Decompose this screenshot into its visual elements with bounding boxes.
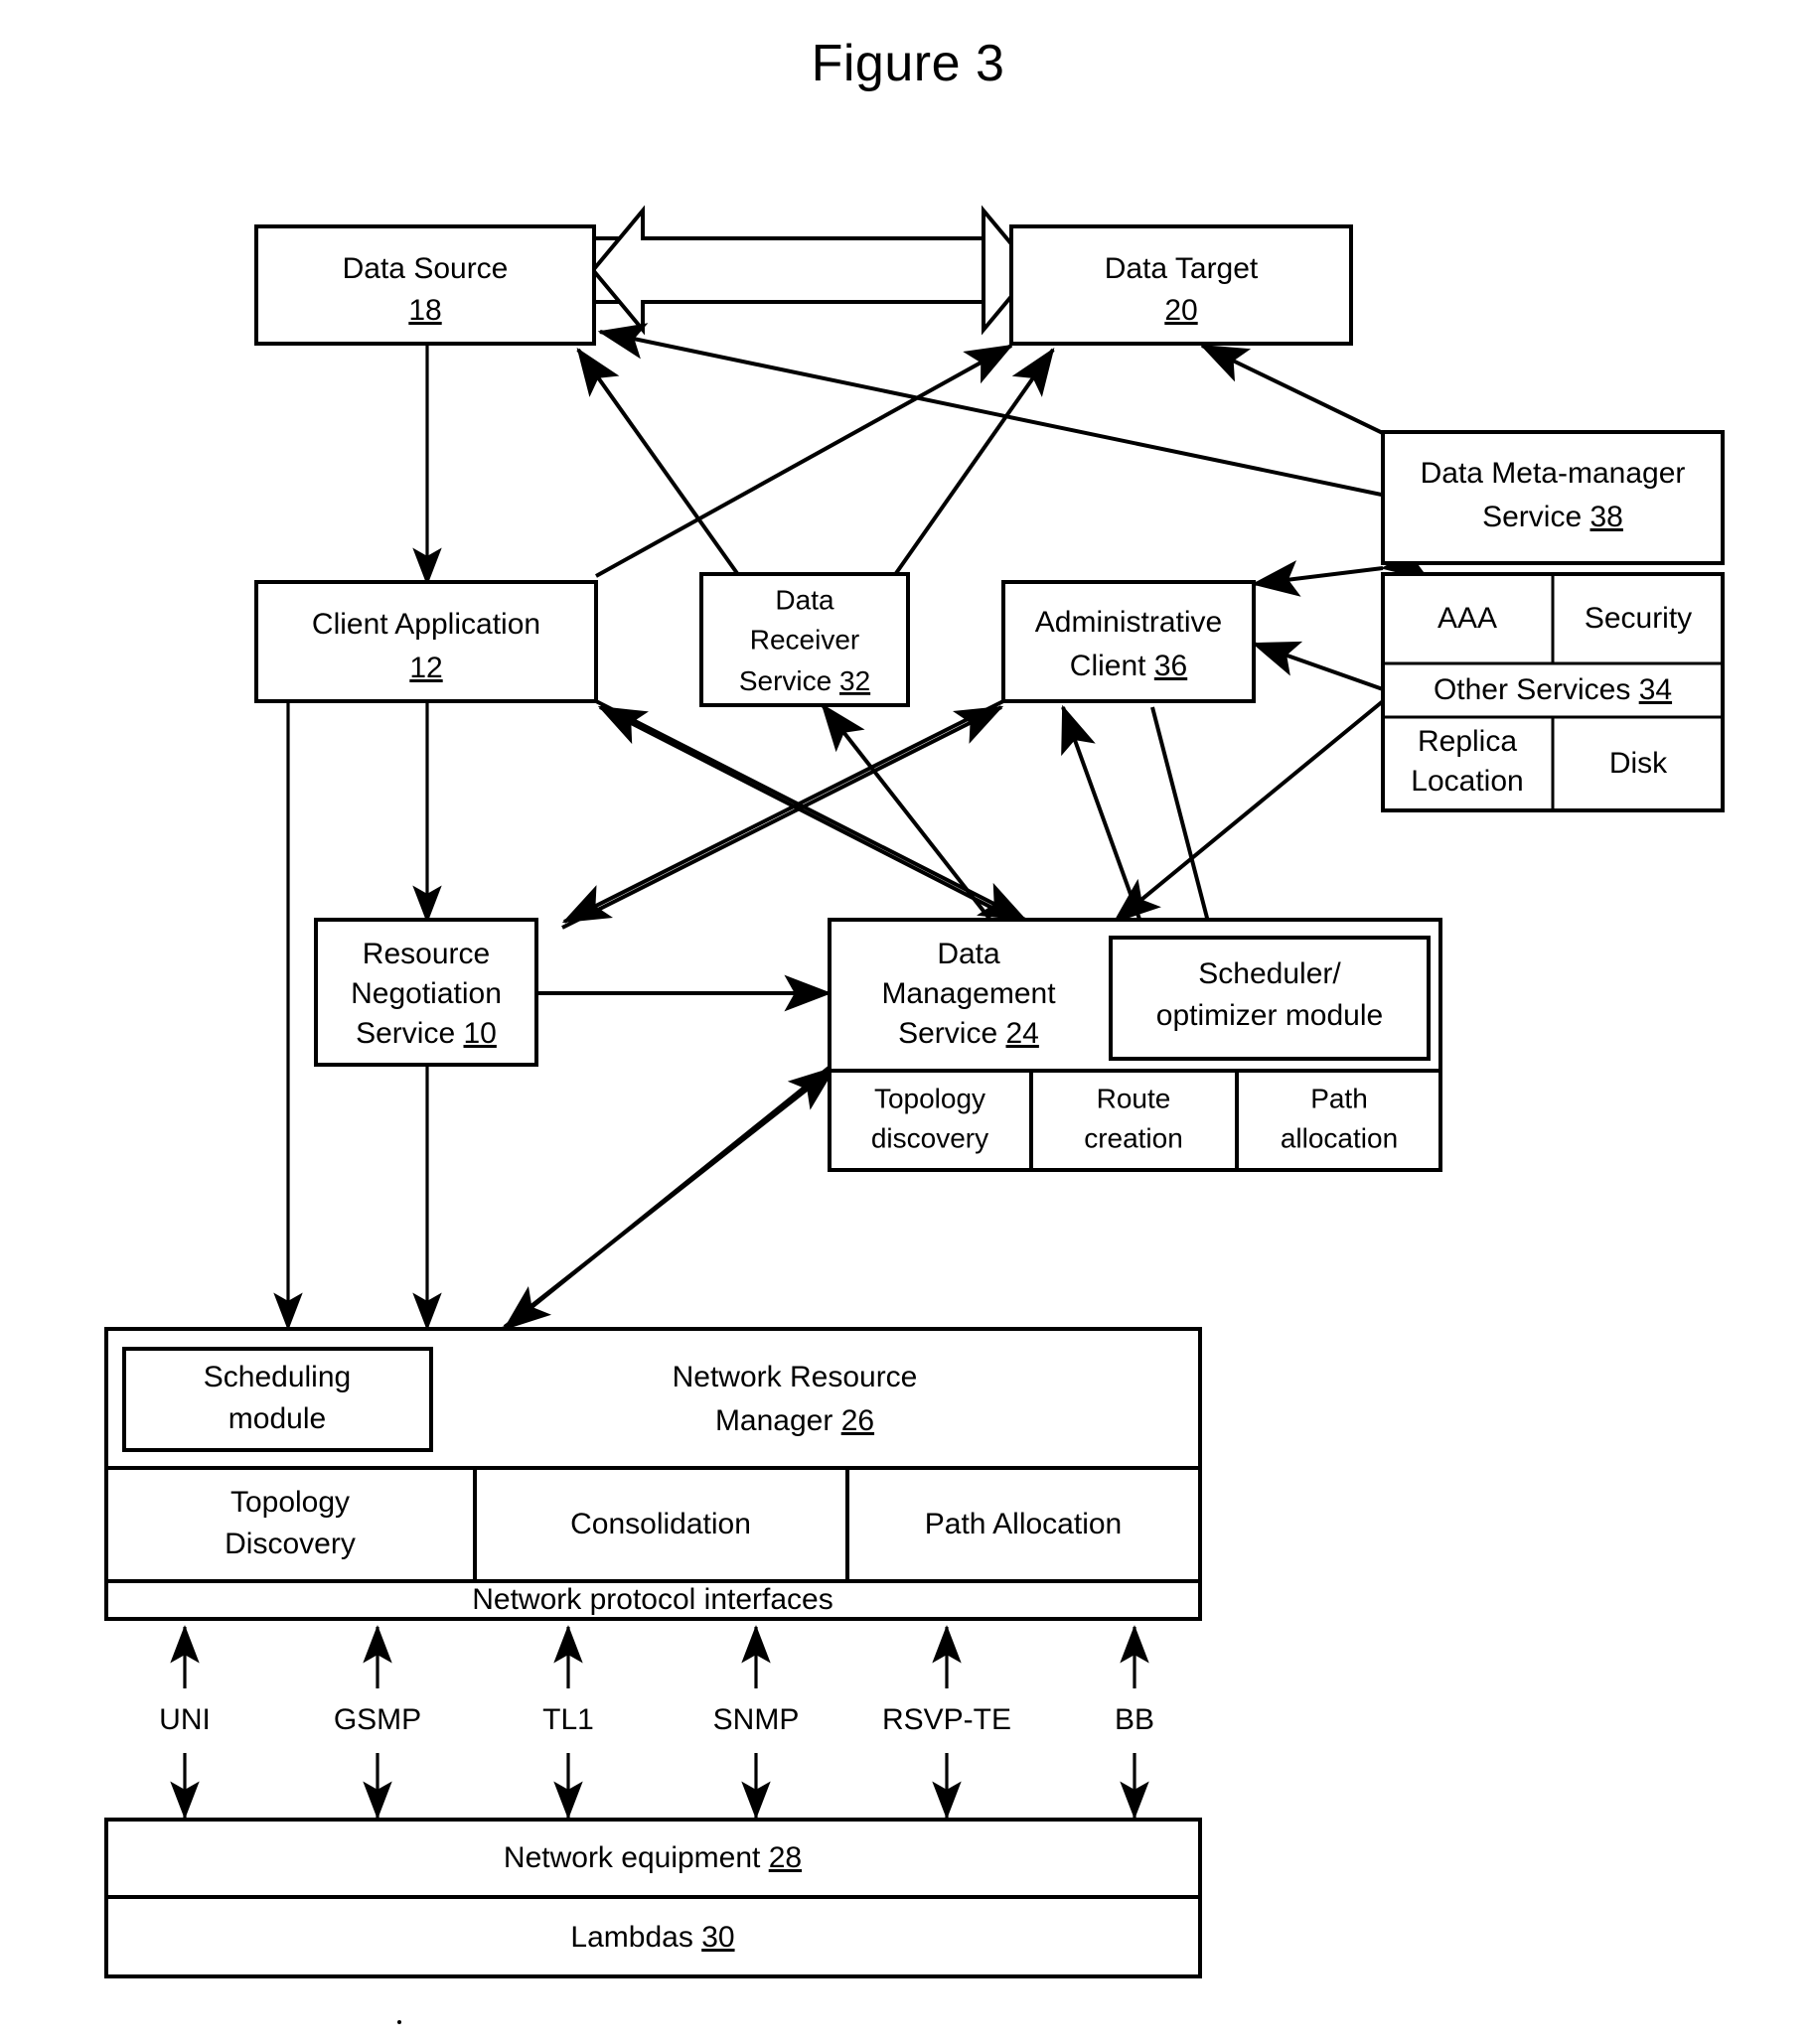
administrative-client-line2: Client 36: [1070, 650, 1187, 682]
scheduling-module-line1: Scheduling: [204, 1361, 351, 1393]
data-receiver-line2: Receiver: [750, 624, 859, 655]
diagram-canvas: Data Source 18 Data Target 20 Data Meta-…: [104, 205, 1725, 1978]
datasource-datatarget-hollow-arrow: [590, 205, 1036, 336]
data-management-line1: Data: [937, 938, 1000, 970]
meta-manager-ref-line: Service 38: [1482, 501, 1623, 533]
edge-metamanager-to-datatarget: [1199, 344, 1392, 439]
edge-otherservices-datamanagement: [1113, 657, 1430, 924]
dms-sub0-line2: discovery: [871, 1122, 988, 1153]
lambdas-label: Lambdas 30: [570, 1921, 734, 1954]
node-resource-negotiation-service[interactable]: Resource Negotiation Service 10: [314, 918, 538, 1067]
data-source-label: Data Source: [343, 252, 509, 285]
node-data-management-service[interactable]: Data Management Service 24 Scheduler/ op…: [828, 918, 1442, 1172]
edge-adminclient-datamanagement-b: [1150, 706, 1238, 970]
protocol-links: UNI GSMP TL1 SNMP RSVP-TE BB: [159, 1625, 1154, 1820]
figure-root: Figure 3 Data Source 18 Data Target 20 D…: [0, 0, 1816, 2044]
edge-resourceneg-to-adminclient: [561, 705, 1004, 930]
protocol-label-1: GSMP: [334, 1703, 421, 1736]
edge-clientapp-to-datamanagement: [595, 699, 1028, 922]
nrm-sub2-line1: Path Allocation: [925, 1508, 1122, 1540]
node-network-resource-manager[interactable]: Scheduling module Network Resource Manag…: [104, 1327, 1202, 1621]
other-services-security: Security: [1585, 602, 1692, 635]
dms-sub1-line2: creation: [1084, 1122, 1183, 1153]
other-services-title: Other Services 34: [1434, 673, 1672, 706]
data-receiver-line1: Data: [775, 584, 834, 615]
network-protocol-interfaces[interactable]: Network protocol interfaces: [472, 1583, 833, 1616]
client-application-ref: 12: [409, 652, 442, 684]
edge-datareceiver-to-datatarget: [892, 348, 1055, 578]
scheduling-module-line2: module: [228, 1402, 326, 1435]
other-services-replica-line1: Replica: [1418, 725, 1517, 758]
node-lambdas[interactable]: Lambdas 30: [104, 1895, 1202, 1978]
data-target-ref: 20: [1164, 294, 1197, 327]
nrm-sub-path-allocation[interactable]: Path Allocation: [925, 1508, 1122, 1540]
edge-otherservices-adminclient: [1251, 641, 1433, 722]
scheduler-optimizer-module[interactable]: Scheduler/ optimizer module: [1109, 936, 1431, 1061]
edge-metamanager-adminclient: [1251, 544, 1431, 597]
scheduling-module[interactable]: Scheduling module: [122, 1347, 433, 1452]
scheduler-line1: Scheduler/: [1198, 957, 1341, 990]
node-data-receiver-service[interactable]: Data Receiver Service 32: [699, 572, 910, 707]
nrm-line1: Network Resource: [673, 1361, 918, 1393]
resource-neg-line1: Resource: [363, 938, 490, 970]
other-services-disk: Disk: [1609, 747, 1668, 780]
edge-datamanagement-to-datareceiver: [821, 703, 995, 926]
edge-adminclient-to-resourceneg: [561, 699, 1004, 924]
data-management-line2: Management: [881, 977, 1056, 1010]
dms-sub2-line2: allocation: [1281, 1122, 1398, 1153]
meta-manager-label: Data Meta-manager: [1421, 457, 1686, 490]
dms-sub2-line1: Path: [1310, 1083, 1368, 1113]
data-target-label: Data Target: [1105, 252, 1259, 285]
data-management-line3: Service 24: [898, 1017, 1039, 1050]
nrm-sub0-line2: Discovery: [225, 1528, 356, 1560]
protocol-label-4: RSVP-TE: [882, 1703, 1011, 1736]
dms-sub0-line1: Topology: [874, 1083, 985, 1113]
nrm-sub1-line1: Consolidation: [570, 1508, 751, 1540]
connector-layer: [273, 309, 1433, 1370]
node-data-source[interactable]: Data Source 18: [254, 224, 596, 346]
edge-datamanagement-to-clientapp: [597, 705, 1024, 926]
protocol-label-2: TL1: [542, 1703, 594, 1736]
other-services-replica-line2: Location: [1411, 765, 1523, 798]
node-client-application[interactable]: Client Application 12: [254, 580, 598, 703]
administrative-client-line1: Administrative: [1035, 606, 1222, 639]
page-marker-dot: [397, 2020, 401, 2024]
data-source-ref: 18: [408, 294, 441, 327]
nrm-line2: Manager 26: [715, 1404, 874, 1437]
other-services-aaa: AAA: [1438, 602, 1497, 635]
node-administrative-client[interactable]: Administrative Client 36: [1001, 580, 1256, 703]
protocol-label-5: BB: [1115, 1703, 1154, 1736]
node-data-meta-manager[interactable]: Data Meta-manager Service 38: [1381, 430, 1725, 565]
node-data-target[interactable]: Data Target 20: [1009, 224, 1353, 346]
nrm-sub0-line1: Topology: [230, 1486, 350, 1519]
network-equipment-label: Network equipment 28: [504, 1841, 802, 1874]
nrm-interfaces-label: Network protocol interfaces: [472, 1583, 833, 1616]
resource-neg-line2: Negotiation: [351, 977, 502, 1010]
protocol-label-3: SNMP: [713, 1703, 800, 1736]
data-receiver-line3: Service 32: [739, 665, 870, 696]
scheduler-line2: optimizer module: [1156, 999, 1383, 1032]
resource-neg-line3: Service 10: [356, 1017, 497, 1050]
edge-datamanagement-networkmanager-b: [457, 1066, 836, 1370]
node-other-services[interactable]: AAA Security Other Services 34 Replica L…: [1381, 572, 1725, 812]
dms-sub1-line1: Route: [1097, 1083, 1171, 1113]
node-network-equipment[interactable]: Network equipment 28: [104, 1818, 1202, 1899]
client-application-label: Client Application: [312, 608, 540, 641]
nrm-sub-consolidation[interactable]: Consolidation: [570, 1508, 751, 1540]
protocol-label-0: UNI: [159, 1703, 211, 1736]
edge-adminclient-datamanagement-a: [1061, 704, 1173, 971]
